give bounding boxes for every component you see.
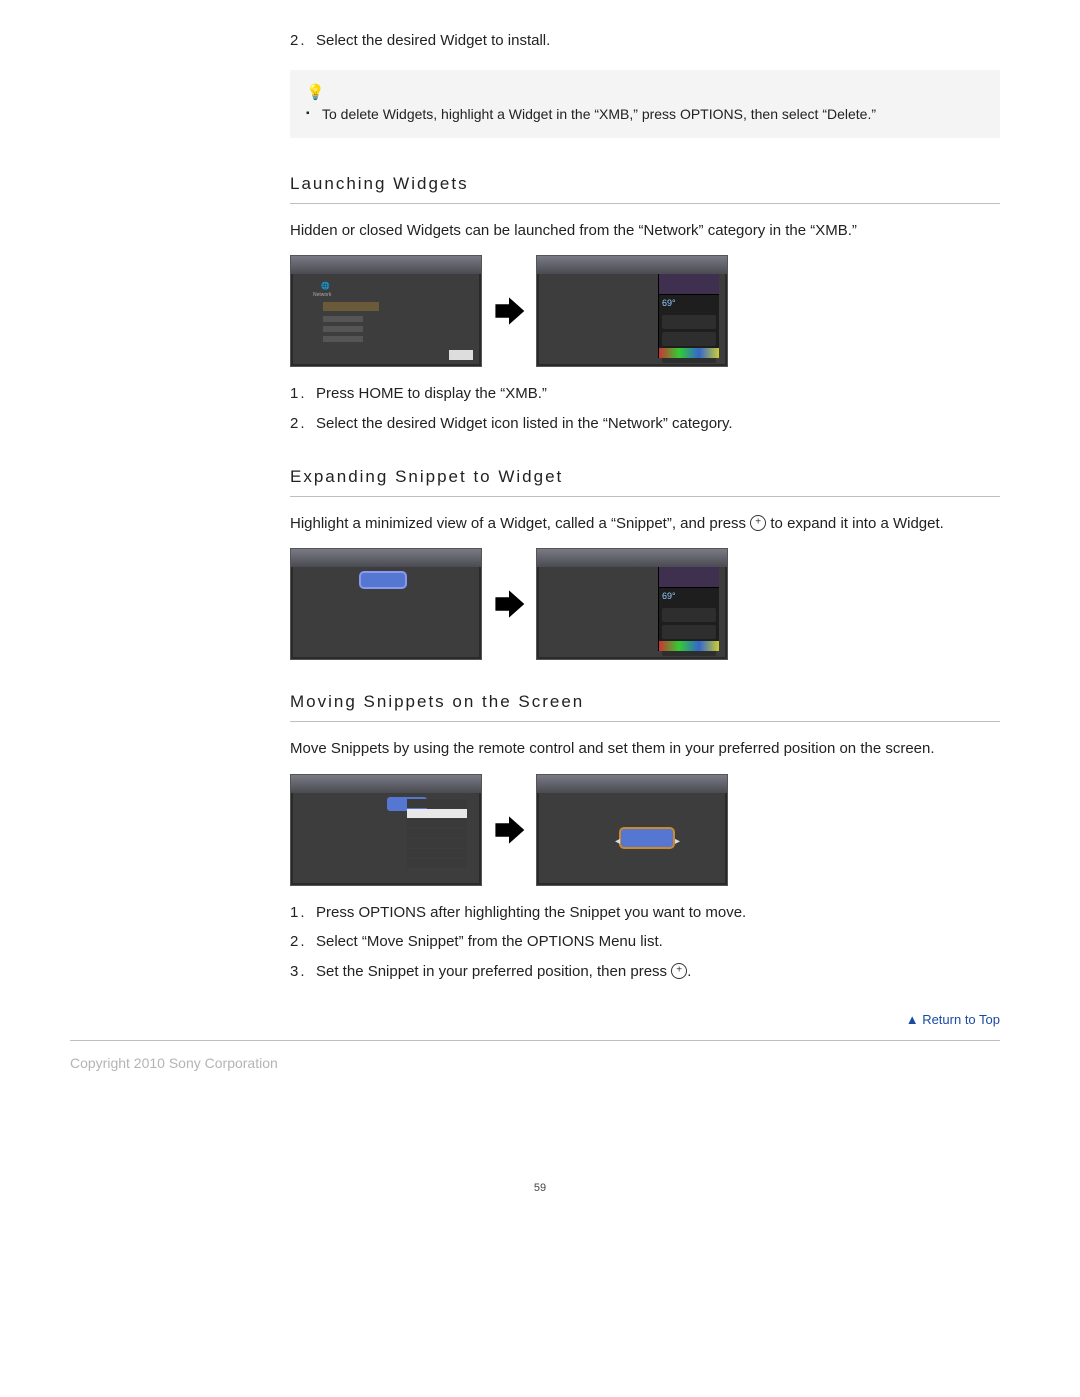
arrow-right-icon bbox=[492, 294, 526, 328]
screenshot-snippet bbox=[290, 548, 482, 660]
moving-steps-list: Press OPTIONS after highlighting the Sni… bbox=[290, 902, 1000, 983]
section-title-launching: Launching Widgets bbox=[290, 172, 1000, 197]
figure-expanding: 69° bbox=[290, 548, 1000, 660]
page: Select the desired Widget to install. 💡 … bbox=[0, 0, 1080, 1397]
body-text: Hidden or closed Widgets can be launched… bbox=[290, 220, 1000, 242]
list-item: Select the desired Widget to install. bbox=[290, 30, 1000, 52]
list-item: To delete Widgets, highlight a Widget in… bbox=[306, 104, 984, 124]
tip-box: 💡 To delete Widgets, highlight a Widget … bbox=[290, 70, 1000, 138]
list-item: Press OPTIONS after highlighting the Sni… bbox=[290, 902, 1000, 924]
tip-list: To delete Widgets, highlight a Widget in… bbox=[306, 104, 984, 124]
section-rule bbox=[290, 721, 1000, 722]
enter-button-icon bbox=[750, 515, 766, 531]
screenshot-weather-widget: 69° bbox=[536, 255, 728, 367]
section-rule bbox=[290, 203, 1000, 204]
screenshot-options-menu bbox=[290, 774, 482, 886]
body-text: Move Snippets by using the remote contro… bbox=[290, 738, 1000, 760]
screenshot-xmb-network: 🌐 Network bbox=[290, 255, 482, 367]
return-to-top-label: Return to Top bbox=[922, 1012, 1000, 1027]
figure-moving: ◂ ▸ bbox=[290, 774, 1000, 886]
text: Set the Snippet in your preferred positi… bbox=[316, 963, 671, 980]
list-item: Set the Snippet in your preferred positi… bbox=[290, 961, 1000, 983]
section-title-moving: Moving Snippets on the Screen bbox=[290, 690, 1000, 715]
arrow-right-icon bbox=[492, 813, 526, 847]
body-text: Highlight a minimized view of a Widget, … bbox=[290, 513, 1000, 535]
page-number: 59 bbox=[534, 1181, 546, 1197]
screenshot-expanded-widget: 69° bbox=[536, 548, 728, 660]
return-to-top-link[interactable]: ▲ Return to Top bbox=[906, 1012, 1000, 1027]
screenshot-moved-snippet: ◂ ▸ bbox=[536, 774, 728, 886]
list-item: Press HOME to display the “XMB.” bbox=[290, 383, 1000, 405]
list-item: Select the desired Widget icon listed in… bbox=[290, 413, 1000, 435]
text: Highlight a minimized view of a Widget, … bbox=[290, 515, 750, 532]
tip-icon: 💡 bbox=[306, 85, 325, 100]
copyright: Copyright 2010 Sony Corporation bbox=[70, 1053, 1000, 1073]
text: to expand it into a Widget. bbox=[766, 515, 944, 532]
list-item: Select “Move Snippet” from the OPTIONS M… bbox=[290, 931, 1000, 953]
triangle-up-icon: ▲ bbox=[906, 1012, 919, 1027]
section-rule bbox=[290, 496, 1000, 497]
enter-button-icon bbox=[671, 963, 687, 979]
intro-steps-list: Select the desired Widget to install. bbox=[290, 30, 1000, 52]
footer-rule bbox=[70, 1040, 1000, 1041]
return-to-top-row: ▲ Return to Top bbox=[290, 1011, 1000, 1030]
section-title-expanding: Expanding Snippet to Widget bbox=[290, 465, 1000, 490]
figure-launching: 🌐 Network 69° bbox=[290, 255, 1000, 367]
arrow-right-icon bbox=[492, 587, 526, 621]
content-column: Select the desired Widget to install. 💡 … bbox=[290, 30, 1000, 1030]
launching-steps-list: Press HOME to display the “XMB.” Select … bbox=[290, 383, 1000, 435]
